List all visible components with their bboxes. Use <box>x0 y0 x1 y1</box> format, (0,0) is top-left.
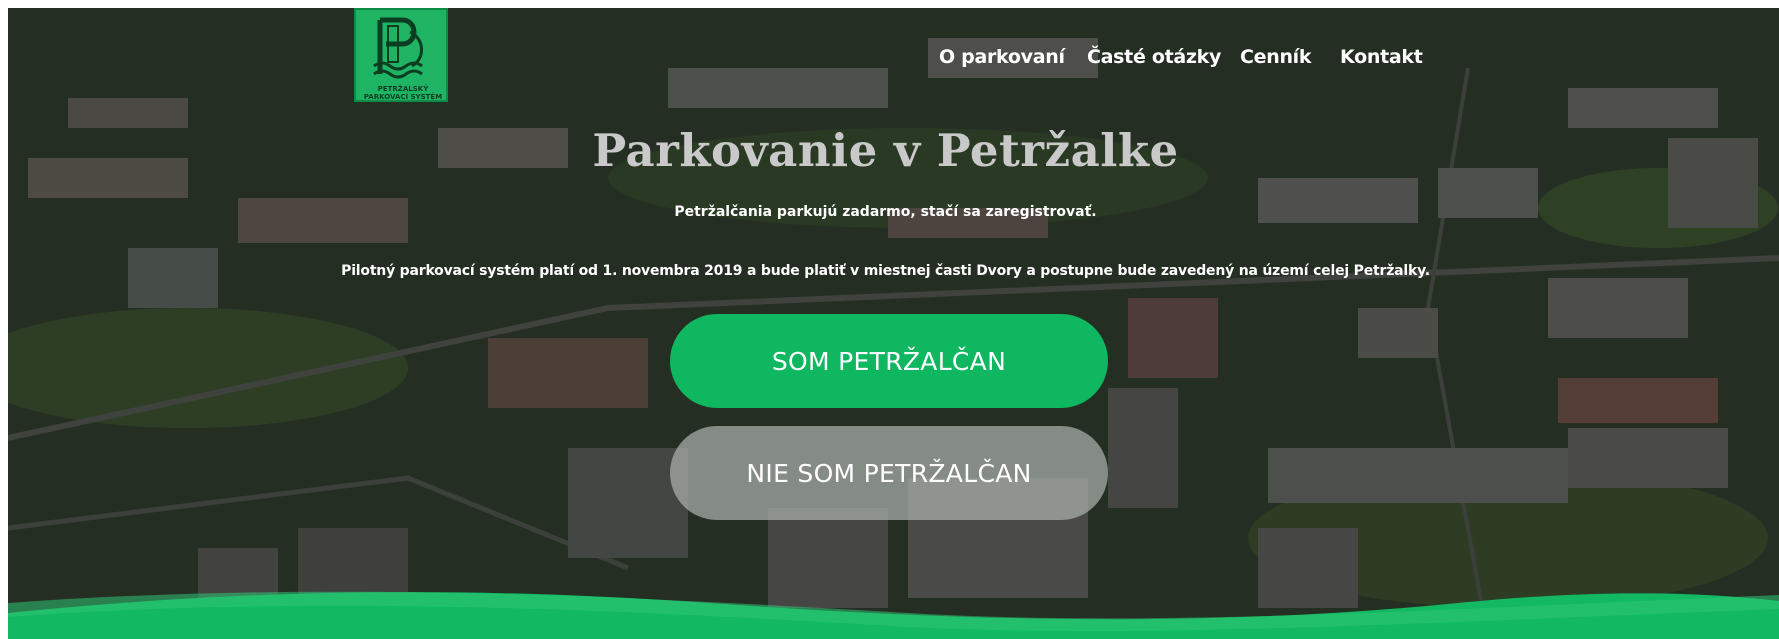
site-logo[interactable]: PETRŽALSKÝ PARKOVACÍ SYSTÉM <box>354 8 448 102</box>
nav-link-caste-otazky[interactable]: Časté otázky <box>1087 46 1221 68</box>
nav-link-kontakt[interactable]: Kontakt <box>1340 46 1423 68</box>
som-petrzalcan-button[interactable]: SOM PETRŽALČAN <box>670 314 1108 408</box>
hero-subtitle: Petržalčania parkujú zadarmo, stačí sa z… <box>674 204 1097 220</box>
nav-link-o-parkovani[interactable]: O parkovaní <box>939 46 1065 68</box>
logo-text-line2: PARKOVACÍ SYSTÉM <box>363 93 443 101</box>
bottom-wave <box>8 591 1779 639</box>
nie-som-petrzalcan-button[interactable]: NIE SOM PETRŽALČAN <box>670 426 1108 520</box>
page-title: Parkovanie v Petržalke <box>592 124 1179 177</box>
logo-text-line1: PETRŽALSKÝ <box>377 85 429 93</box>
parking-logo-icon <box>373 17 423 79</box>
hero-info-text: Pilotný parkovací systém platí od 1. nov… <box>341 263 1430 279</box>
nav-link-cennik[interactable]: Cenník <box>1240 46 1312 68</box>
